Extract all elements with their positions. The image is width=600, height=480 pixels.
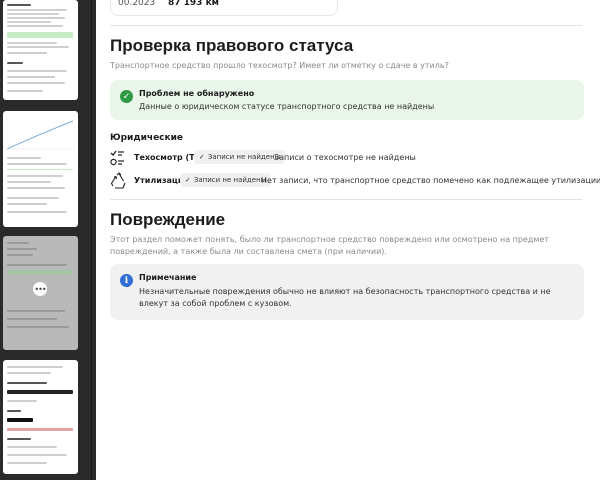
legal-group-label: Юридические [110,133,184,143]
inspection-checklist-icon [110,150,124,166]
page-thumbnail-3[interactable]: ••• [3,236,78,350]
recycling-text: Нет записи, что транспортное средство по… [261,176,600,185]
recycling-status-badge: ✓ Записи не найдены [180,173,272,187]
legal-section-title: Проверка правового статуса [110,36,354,55]
recycle-icon [110,172,126,189]
check-icon: ✓ [199,153,205,161]
inspection-badge-label: Записи не найдены [207,153,281,161]
damage-note-text: Незначительные повреждения обычно не вли… [139,287,551,308]
damage-section-subtitle: Этот раздел поможет понять, было ли тран… [110,235,550,256]
damage-note-box: i Примечание Незначительные повреждения … [110,264,584,320]
previous-row-date: 00.2023 [118,0,156,8]
damage-note-title: Примечание [139,273,197,282]
section-divider [110,25,582,26]
page-thumbnail-2[interactable] [3,111,78,227]
legal-row-recycling: Утилизация ✓ Записи не найдены Нет запис… [110,172,600,190]
check-icon: ✓ [185,176,191,184]
thumbnail-rail: ••• [0,0,92,480]
thumbnail-chart [6,120,74,150]
legal-row-inspection: Техосмотр (ТО) ✓ Записи не найдены Запис… [110,149,580,167]
legal-status-box: ✓ Проблем не обнаружено Данные о юридиче… [110,80,584,120]
previous-row-mileage: 87 193 км [168,0,220,8]
report-page: 00.2023 87 193 км Проверка правового ста… [96,0,600,480]
recycling-badge-label: Записи не найдены [193,176,267,184]
damage-section-title: Повреждение [110,210,226,229]
inspection-text: Записи о техосмотре не найдены [274,153,416,162]
inspection-status-badge: ✓ Записи не найдены [194,150,286,164]
legal-section-subtitle: Транспортное средство прошло техосмотр? … [110,61,449,70]
legal-status-title: Проблем не обнаружено [139,89,255,98]
check-circle-icon: ✓ [120,90,133,103]
page-thumbnail-1[interactable] [3,0,78,100]
legal-status-text: Данные о юридическом статусе транспортно… [139,102,435,111]
info-icon: i [120,274,133,287]
more-dots-icon[interactable]: ••• [33,282,47,296]
page-thumbnail-4[interactable] [3,360,78,474]
section-divider [110,199,582,200]
